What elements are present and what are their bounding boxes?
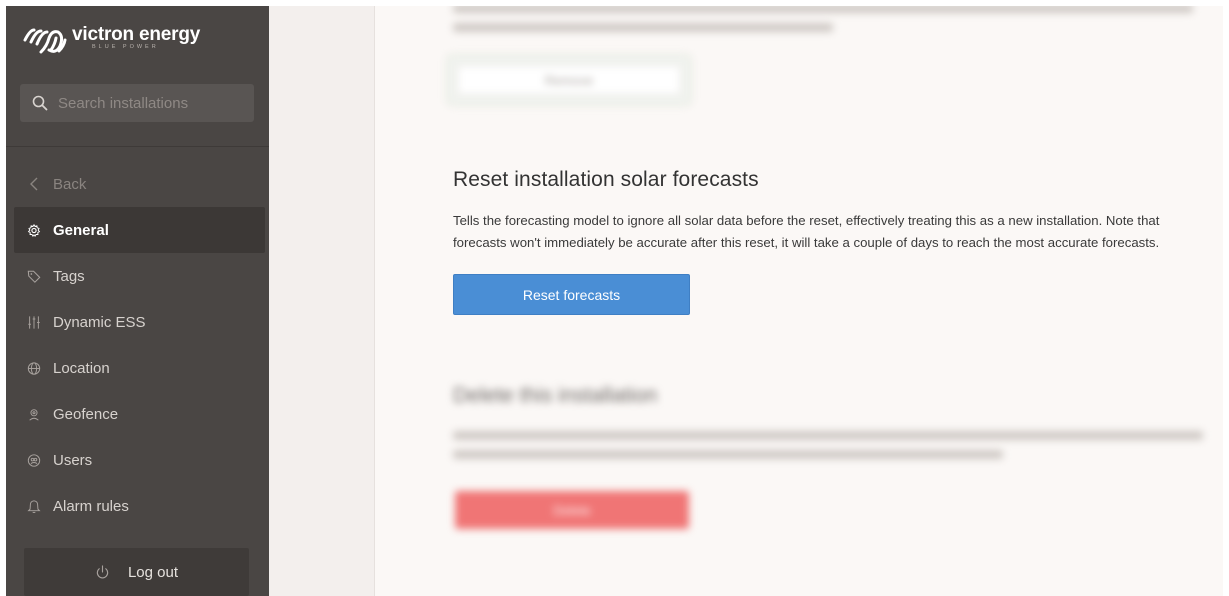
brand-name: victron energy — [72, 24, 201, 45]
sidebar-item-geofence[interactable]: Geofence — [6, 391, 269, 437]
sidebar-item-label: Users — [53, 451, 93, 469]
reset-forecasts-button[interactable]: Reset forecasts — [453, 274, 690, 315]
secondary-pane — [269, 6, 375, 596]
settings-content: Remove Reset installation solar forecast… — [375, 6, 1223, 596]
search-box[interactable] — [20, 84, 254, 122]
remove-button-wrapper: Remove — [446, 54, 692, 106]
logout-label: Log out — [127, 563, 179, 581]
victron-logo-icon — [22, 24, 68, 56]
delete-installation-title: Delete this installation — [453, 384, 658, 407]
gear-icon — [27, 223, 41, 237]
reset-forecasts-title: Reset installation solar forecasts — [453, 168, 759, 191]
chevron-left-icon — [27, 177, 41, 191]
brand-logo[interactable]: victron energy BLUE POWER — [22, 24, 200, 56]
sidebar-item-label: Geofence — [53, 405, 119, 423]
bell-icon — [27, 499, 41, 513]
search-icon — [32, 95, 48, 111]
reset-forecasts-description: Tells the forecasting model to ignore al… — [453, 213, 1160, 250]
sidebar-divider — [6, 146, 269, 147]
sidebar-item-label: Dynamic ESS — [53, 313, 146, 331]
back-label: Back — [53, 175, 87, 193]
sidebar-item-dynamic-ess[interactable]: Dynamic ESS — [6, 299, 269, 345]
sidebar-item-label: Alarm rules — [53, 497, 129, 515]
sliders-icon — [27, 315, 41, 329]
sidebar-item-general[interactable]: General — [14, 207, 265, 253]
geofence-icon — [27, 407, 41, 421]
delete-installation-button[interactable]: Delete — [455, 491, 689, 529]
sidebar-item-alarm-rules[interactable]: Alarm rules — [6, 483, 269, 529]
power-icon — [95, 564, 110, 580]
sidebar-item-tags[interactable]: Tags — [6, 253, 269, 299]
sidebar-nav: Back General Tags Dynamic ESS Location G… — [6, 161, 269, 529]
sidebar-item-users[interactable]: Users — [6, 437, 269, 483]
sidebar-item-label: General — [53, 221, 109, 239]
tag-icon — [27, 269, 41, 283]
back-link[interactable]: Back — [6, 161, 269, 207]
sidebar-item-label: Tags — [53, 267, 85, 285]
sidebar: victron energy BLUE POWER Back — [6, 6, 269, 596]
remove-button[interactable]: Remove — [457, 65, 681, 95]
search-input[interactable] — [58, 94, 248, 112]
sidebar-item-label: Location — [53, 359, 110, 377]
sidebar-item-location[interactable]: Location — [6, 345, 269, 391]
globe-icon — [27, 361, 41, 375]
users-icon — [27, 453, 41, 467]
logout-button[interactable]: Log out — [24, 548, 249, 596]
